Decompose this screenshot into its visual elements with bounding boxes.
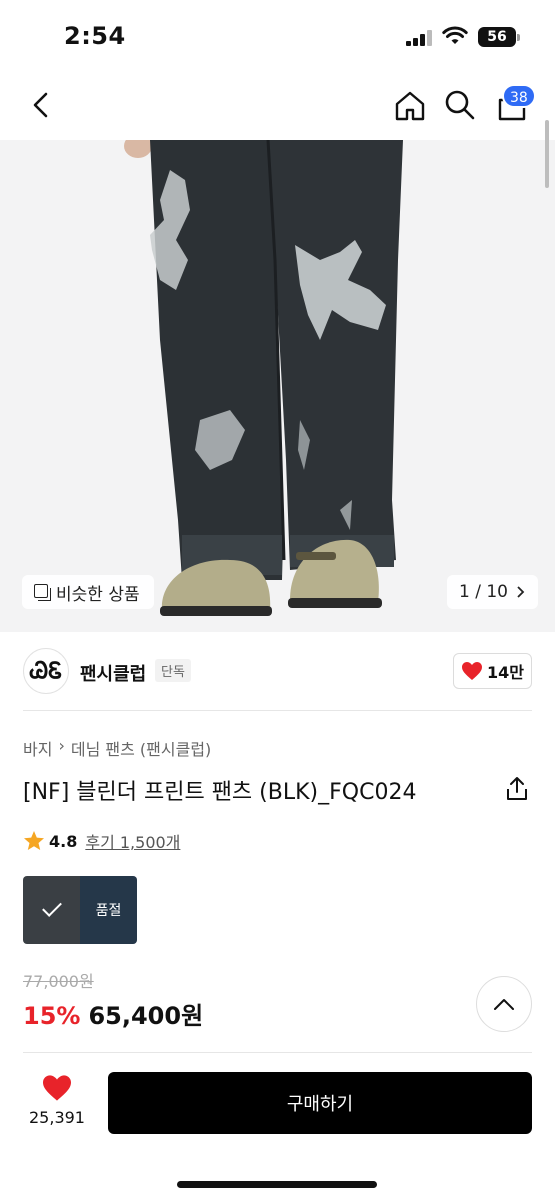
- similar-products-label: 비슷한 상품: [56, 584, 140, 605]
- brand-like-count: 14만: [487, 663, 524, 682]
- similar-products-button[interactable]: 비슷한 상품: [22, 575, 154, 609]
- check-icon: [42, 897, 62, 917]
- wifi-icon: [442, 26, 468, 44]
- wishlist-button[interactable]: 25,391: [22, 1072, 92, 1134]
- sale-price: 65,400원: [88, 1002, 204, 1030]
- buy-button[interactable]: 구매하기: [108, 1072, 532, 1134]
- variant-black[interactable]: [23, 876, 80, 944]
- breadcrumb: 바지 › 데님 팬츠 (팬시클럽): [23, 736, 211, 760]
- pager-text: 1 / 10: [459, 582, 508, 602]
- status-time: 2:54: [64, 22, 126, 50]
- variant-selector: 품절: [23, 876, 137, 944]
- brand-row: ᏊᏋ 팬시클럽 단독 14만: [0, 642, 555, 702]
- heart-icon: [462, 662, 482, 680]
- status-bar: 2:54 56: [0, 0, 555, 70]
- brand-logo[interactable]: ᏊᏋ: [23, 648, 69, 694]
- home-indicator: [177, 1181, 377, 1188]
- chevron-right-icon: [517, 586, 525, 598]
- breadcrumb-item[interactable]: 바지: [23, 736, 52, 760]
- divider: [23, 1052, 532, 1053]
- share-icon[interactable]: [505, 776, 529, 802]
- reviews-link[interactable]: 후기 1,500개: [85, 829, 180, 853]
- variant-blue[interactable]: 품절: [80, 876, 137, 944]
- home-icon[interactable]: [392, 88, 428, 124]
- product-image[interactable]: [0, 140, 555, 632]
- star-icon: [24, 831, 44, 850]
- similar-icon: [34, 584, 51, 601]
- image-pager[interactable]: 1 / 10: [447, 575, 538, 609]
- search-icon[interactable]: [443, 88, 477, 122]
- discount-rate: 15%: [23, 1002, 81, 1030]
- product-title: [NF] 블린더 프린트 팬츠 (BLK)_FQC024: [23, 780, 417, 805]
- breadcrumb-item[interactable]: 데님 팬츠 (팬시클럽): [71, 736, 211, 760]
- divider: [23, 710, 532, 711]
- price-row: 15% 65,400원: [23, 996, 203, 1031]
- chevron-up-icon: [494, 999, 514, 1010]
- scroll-top-button[interactable]: [476, 976, 532, 1032]
- signal-icon: [406, 30, 434, 46]
- breadcrumb-separator-icon: ›: [58, 736, 65, 755]
- top-nav: [0, 78, 555, 134]
- heart-icon: [43, 1075, 71, 1101]
- brand-like-button[interactable]: 14만: [453, 653, 532, 689]
- original-price: 77,000원: [23, 972, 94, 991]
- exclusive-tag: 단독: [155, 659, 191, 682]
- product-photo: [0, 140, 555, 632]
- battery-icon: 56: [478, 27, 520, 47]
- rating-score: 4.8: [49, 831, 78, 851]
- cart-count-badge: 38: [502, 84, 536, 108]
- back-icon[interactable]: [26, 88, 58, 122]
- scrollbar[interactable]: [545, 120, 549, 188]
- soldout-label: 품절: [80, 876, 137, 944]
- wishlist-count: 25,391: [29, 1108, 85, 1127]
- rating: 4.8 후기 1,500개: [23, 829, 180, 853]
- brand-name[interactable]: 팬시클럽: [80, 660, 146, 686]
